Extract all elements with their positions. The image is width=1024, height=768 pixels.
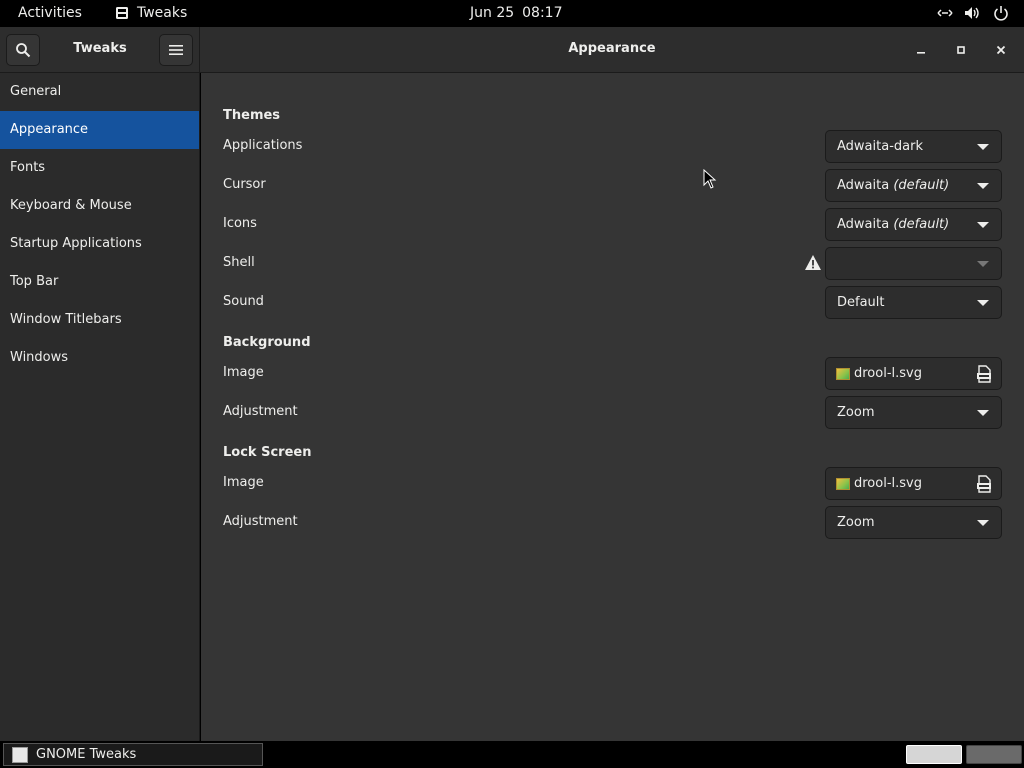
icons-label: Icons [223, 216, 257, 231]
workspace-1-indicator[interactable] [906, 745, 962, 764]
search-button[interactable] [6, 34, 40, 66]
dropdown-arrow-icon [977, 261, 989, 267]
lock-screen-adjustment-value: Zoom [837, 515, 875, 530]
sidebar-item-window-titlebars[interactable]: Window Titlebars [0, 301, 199, 339]
open-document-icon [977, 475, 991, 493]
system-tray[interactable] [936, 5, 1010, 21]
lock-screen-image-filename: drool-l.svg [854, 476, 922, 491]
sidebar: General Appearance Fonts Keyboard & Mous… [0, 73, 200, 741]
network-wired-icon [937, 9, 953, 17]
dropdown-arrow-icon [977, 300, 989, 306]
sidebar-item-top-bar[interactable]: Top Bar [0, 263, 199, 301]
themes-section-title: Themes [223, 108, 281, 123]
header-left-pane: Tweaks [0, 27, 200, 73]
background-adjustment-dropdown[interactable]: Zoom [825, 396, 1002, 429]
cursor-theme-dropdown[interactable]: Adwaita (default) [825, 169, 1002, 202]
background-image-file-chooser[interactable]: drool-l.svg [825, 357, 1002, 390]
background-image-filename: drool-l.svg [854, 366, 922, 381]
clock-date: Jun 25 [470, 5, 515, 21]
open-document-icon [977, 365, 991, 383]
main-menu-button[interactable] [159, 34, 193, 66]
background-adjustment-value: Zoom [837, 405, 875, 420]
applications-theme-value: Adwaita-dark [837, 139, 923, 154]
taskbar-item-gnome-tweaks[interactable]: GNOME Tweaks [3, 743, 263, 766]
minimize-button[interactable] [909, 38, 933, 62]
dropdown-arrow-icon [977, 410, 989, 416]
applications-theme-dropdown[interactable]: Adwaita-dark [825, 130, 1002, 163]
sidebar-item-general[interactable]: General [0, 73, 199, 111]
warning-icon [805, 255, 821, 270]
minimize-icon [917, 52, 925, 54]
image-file-icon [836, 367, 850, 380]
cursor-label: Cursor [223, 177, 266, 192]
search-icon [16, 43, 31, 58]
maximize-icon [957, 46, 965, 54]
dropdown-arrow-icon [977, 183, 989, 189]
tweaks-app-icon [12, 746, 28, 763]
app-menu-label: Tweaks [137, 5, 188, 21]
activities-button[interactable]: Activities [18, 5, 82, 21]
cursor-theme-value: Adwaita [837, 178, 890, 193]
lock-screen-section-title: Lock Screen [223, 445, 312, 460]
close-button[interactable] [989, 38, 1013, 62]
dropdown-arrow-icon [977, 144, 989, 150]
hamburger-menu-icon [169, 45, 183, 55]
sidebar-item-windows[interactable]: Windows [0, 339, 199, 377]
dropdown-arrow-icon [977, 520, 989, 526]
lock-screen-image-file-chooser[interactable]: drool-l.svg [825, 467, 1002, 500]
sound-theme-dropdown[interactable]: Default [825, 286, 1002, 319]
background-adjustment-label: Adjustment [223, 404, 298, 419]
maximize-button[interactable] [949, 38, 973, 62]
tweaks-app-icon [116, 7, 128, 19]
sidebar-item-startup-applications[interactable]: Startup Applications [0, 225, 199, 263]
taskbar-item-label: GNOME Tweaks [36, 747, 137, 762]
top-bar: Activities Tweaks Jun 25 08:17 [0, 0, 1024, 27]
lock-screen-adjustment-dropdown[interactable]: Zoom [825, 506, 1002, 539]
sidebar-item-keyboard-mouse[interactable]: Keyboard & Mouse [0, 187, 199, 225]
sidebar-header-title: Tweaks [73, 41, 127, 56]
icons-theme-default-tag: (default) [893, 217, 950, 232]
close-icon [996, 45, 1006, 55]
background-image-label: Image [223, 365, 264, 380]
main-content: Themes Applications Adwaita-dark Cursor … [201, 73, 1024, 741]
volume-icon [965, 7, 979, 19]
sidebar-item-fonts[interactable]: Fonts [0, 149, 199, 187]
icons-theme-dropdown[interactable]: Adwaita (default) [825, 208, 1002, 241]
power-icon [994, 6, 1008, 21]
icons-theme-value: Adwaita [837, 217, 890, 232]
sidebar-item-appearance[interactable]: Appearance [0, 111, 199, 149]
cursor-theme-default-tag: (default) [893, 178, 950, 193]
sound-theme-value: Default [837, 295, 885, 310]
clock-time: 08:17 [522, 5, 563, 21]
applications-label: Applications [223, 138, 303, 153]
clock[interactable]: Jun 25 08:17 [470, 5, 571, 21]
workspace-2-indicator[interactable] [966, 745, 1022, 764]
bottom-panel: GNOME Tweaks [0, 741, 1024, 768]
sound-label: Sound [223, 294, 264, 309]
mouse-pointer-icon [703, 169, 717, 189]
app-menu[interactable]: Tweaks [115, 5, 187, 21]
image-file-icon [836, 477, 850, 490]
header-bar: Tweaks Appearance [0, 27, 1024, 73]
background-section-title: Background [223, 335, 311, 350]
lock-screen-adjustment-label: Adjustment [223, 514, 298, 529]
page-title: Appearance [568, 41, 656, 56]
shell-theme-dropdown[interactable] [825, 247, 1002, 280]
shell-label: Shell [223, 255, 255, 270]
dropdown-arrow-icon [977, 222, 989, 228]
lock-screen-image-label: Image [223, 475, 264, 490]
